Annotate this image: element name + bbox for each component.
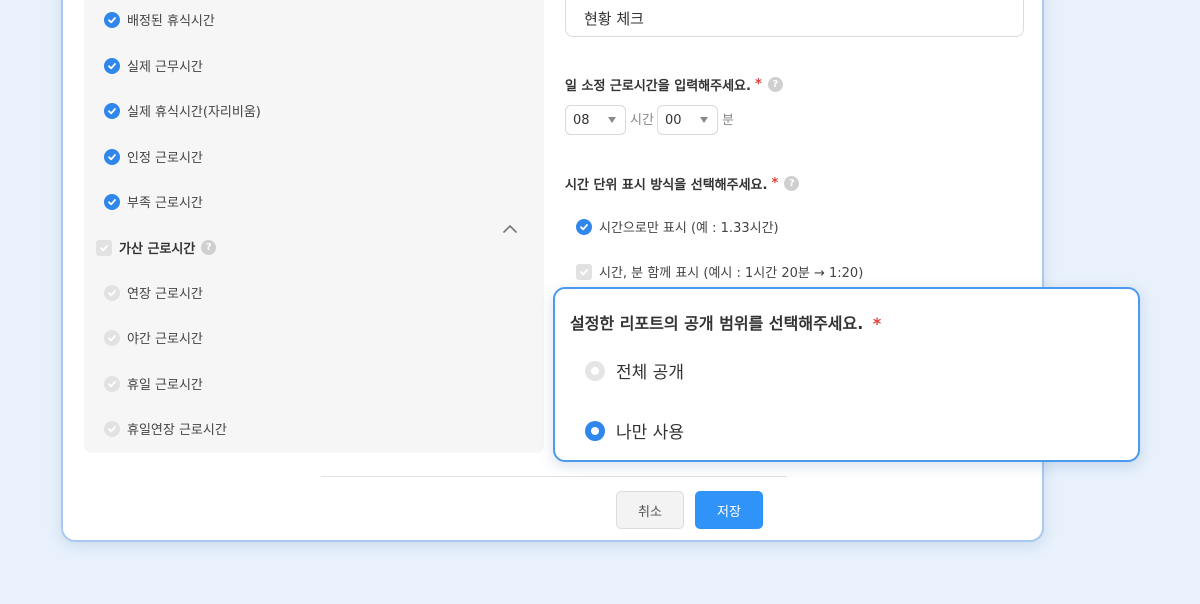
radio-unselected-icon <box>585 360 605 381</box>
checkbox-holiday-overtime[interactable]: 휴일연장 근로시간 <box>104 419 227 438</box>
metric-list-panel: 배정된 휴식시간 실제 근무시간 실제 휴식시간(자리비움) 인정 근로시간 부… <box>84 0 544 453</box>
check-icon <box>104 329 120 346</box>
minutes-unit: 분 <box>722 113 734 128</box>
checkbox-overtime[interactable]: 연장 근로시간 <box>104 283 203 302</box>
check-icon <box>576 263 592 280</box>
group-title: 가산 근로시간 <box>119 242 196 257</box>
minutes-select[interactable]: 00 <box>657 105 718 135</box>
hours-label-text: 일 소정 근로시간을 입력해주세요. <box>565 79 751 94</box>
report-name-input[interactable]: 현황 체크 <box>565 0 1024 37</box>
display-mode-label-text: 시간 단위 표시 방식을 선택해주세요. <box>565 178 768 193</box>
checkbox-approved-work[interactable]: 인정 근로시간 <box>104 147 203 166</box>
display-option-label: 시간, 분 함께 표시 (예시 : 1시간 20분 → 1:20) <box>599 266 864 281</box>
display-option-label: 시간으로만 표시 (예 : 1.33시간) <box>599 221 779 236</box>
required-mark: * <box>771 176 779 191</box>
popup-title-text: 설정한 리포트의 공개 범위를 선택해주세요. <box>570 314 864 333</box>
check-icon <box>104 193 120 210</box>
display-mode-label: 시간 단위 표시 방식을 선택해주세요. * ? <box>565 174 800 193</box>
display-option-hours-only[interactable]: 시간으로만 표시 (예 : 1.33시간) <box>576 217 779 236</box>
check-icon <box>104 375 120 392</box>
checkbox-holiday[interactable]: 휴일 근로시간 <box>104 374 203 393</box>
checkbox-actual-work[interactable]: 실제 근무시간 <box>104 56 203 75</box>
checkbox-label: 야간 근로시간 <box>127 332 203 347</box>
minutes-select-value: 00 <box>665 113 682 128</box>
hours-unit: 시간 <box>630 113 654 128</box>
checkbox-shortage-work[interactable]: 부족 근로시간 <box>104 192 203 211</box>
radio-private[interactable]: 나만 사용 <box>585 418 684 443</box>
checkbox-label: 휴일연장 근로시간 <box>127 423 227 438</box>
radio-selected-icon <box>585 420 605 441</box>
hours-select[interactable]: 08 <box>565 105 626 135</box>
checkbox-night[interactable]: 야간 근로시간 <box>104 328 203 347</box>
visibility-popup: 설정한 리포트의 공개 범위를 선택해주세요. * 전체 공개 나만 사용 <box>553 287 1140 462</box>
checkbox-label: 휴일 근로시간 <box>127 378 203 393</box>
save-button[interactable]: 저장 <box>695 491 763 529</box>
checkbox-label: 부족 근로시간 <box>127 196 203 211</box>
checkbox-label: 실제 휴식시간(자리비움) <box>127 105 261 120</box>
checkbox-label: 배정된 휴식시간 <box>127 14 215 29</box>
checkbox-label: 실제 근무시간 <box>127 60 203 75</box>
footer-divider <box>321 476 787 477</box>
check-icon <box>576 218 592 235</box>
check-icon <box>104 11 120 28</box>
caret-down-icon <box>608 117 616 123</box>
required-mark: * <box>754 77 762 92</box>
check-icon <box>104 148 120 165</box>
hours-label: 일 소정 근로시간을 입력해주세요. * ? <box>565 75 783 94</box>
help-icon[interactable]: ? <box>784 176 800 191</box>
popup-title: 설정한 리포트의 공개 범위를 선택해주세요. * <box>570 310 881 334</box>
required-mark: * <box>872 314 882 333</box>
help-icon[interactable]: ? <box>767 77 783 92</box>
radio-label: 전체 공개 <box>616 363 684 383</box>
radio-label: 나만 사용 <box>616 423 684 443</box>
chevron-up-icon[interactable] <box>502 223 518 235</box>
cancel-button[interactable]: 취소 <box>616 491 684 529</box>
checkbox-label: 인정 근로시간 <box>127 151 203 166</box>
help-icon[interactable]: ? <box>201 240 217 255</box>
radio-public[interactable]: 전체 공개 <box>585 358 684 383</box>
check-icon <box>104 102 120 119</box>
check-icon <box>104 57 120 74</box>
hours-select-value: 08 <box>573 113 590 128</box>
check-icon <box>104 420 120 437</box>
checkbox-assigned-break[interactable]: 배정된 휴식시간 <box>104 10 215 29</box>
group-header-additional[interactable]: 가산 근로시간 ? <box>96 238 217 257</box>
check-icon <box>104 284 120 301</box>
checkbox-label: 연장 근로시간 <box>127 287 203 302</box>
caret-down-icon <box>700 117 708 123</box>
group-check-icon <box>96 239 112 256</box>
display-option-hours-minutes[interactable]: 시간, 분 함께 표시 (예시 : 1시간 20분 → 1:20) <box>576 262 863 281</box>
checkbox-actual-break[interactable]: 실제 휴식시간(자리비움) <box>104 101 261 120</box>
